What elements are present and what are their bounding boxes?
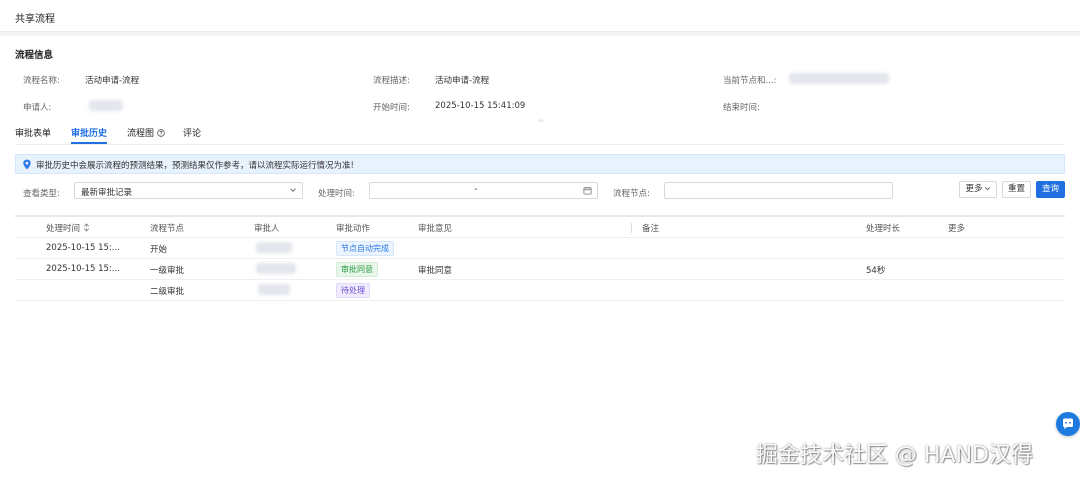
collapse-caret[interactable]: [537, 118, 545, 122]
chevron-down-icon: [984, 187, 990, 191]
watermark-text: 掘金技术社区 @ HAND汉得: [756, 443, 1033, 468]
row1-approver-redacted: [256, 242, 292, 253]
flow-name-value: 活动申请-流程: [85, 76, 140, 86]
start-time-label: 开始时间:: [373, 103, 410, 113]
col-header-remarks: 备注: [642, 224, 660, 234]
row2-opinion: 审批同意: [418, 266, 453, 276]
flow-name-label: 流程名称:: [23, 76, 60, 86]
tab-comments[interactable]: 评论: [183, 126, 201, 139]
date-range-separator: -: [474, 184, 478, 195]
row3-node: 二级审批: [150, 287, 185, 297]
query-button[interactable]: 查询: [1036, 181, 1065, 198]
page-title: 共享流程: [15, 14, 55, 25]
row-divider: [15, 300, 1065, 301]
row2-action-tag: 审批同意: [336, 262, 378, 277]
col-header-approver: 审批人: [254, 224, 280, 234]
col-header-duration: 处理时长: [866, 224, 901, 234]
col-header-flow-node: 流程节点: [150, 224, 185, 234]
chat-icon: [1063, 418, 1073, 430]
tab-approval-form[interactable]: 审批表单: [15, 126, 51, 139]
notice-text: 审批历史中会展示流程的预测结果，预测结果仅作参考，请以流程实际运行情况为准!: [36, 161, 354, 171]
row1-node: 开始: [150, 245, 168, 255]
row3-action-tag: 待处理: [336, 283, 370, 298]
applicant-label: 申请人:: [23, 103, 52, 113]
reset-button[interactable]: 重置: [1002, 181, 1031, 198]
col-header-approval-opinion: 审批意见: [418, 224, 453, 234]
row-divider: [15, 279, 1065, 280]
help-circle-icon: [157, 129, 165, 137]
chevron-down-icon: [290, 188, 296, 193]
row1-time: 2025-10-15 15:...: [46, 243, 120, 253]
tab-divider: [15, 144, 1065, 145]
row1-action-tag: 节点自动完成: [336, 241, 394, 256]
view-type-label: 查看类型:: [23, 189, 60, 199]
more-filters-label: 更多: [965, 184, 983, 194]
divider-strip: [0, 32, 1080, 36]
location-pin-icon: [23, 159, 31, 170]
current-node-value-redacted: [789, 73, 889, 84]
row-divider: [15, 237, 1065, 238]
col-header-process-time[interactable]: 处理时间: [46, 222, 90, 234]
row3-approver-redacted: [258, 284, 290, 295]
row2-approver-redacted: [256, 263, 296, 274]
flow-desc-label: 流程描述:: [373, 76, 410, 86]
process-time-range-picker[interactable]: -: [369, 182, 598, 199]
start-time-value: 2025-10-15 15:41:09: [435, 101, 526, 111]
row2-duration: 54秒: [866, 266, 886, 276]
column-divider: [631, 223, 632, 233]
tab-flow-chart[interactable]: 流程图: [127, 126, 165, 139]
floating-chat-button[interactable]: [1056, 412, 1080, 436]
row-divider: [15, 258, 1065, 259]
current-node-label: 当前节点和...:: [723, 76, 777, 86]
col-header-approval-action: 审批动作: [336, 224, 371, 234]
tab-flow-chart-label: 流程图: [127, 129, 155, 139]
row2-node: 一级审批: [150, 266, 185, 276]
process-time-label: 处理时间:: [318, 189, 355, 199]
flow-desc-value: 活动申请-流程: [435, 76, 490, 86]
calendar-icon: [583, 186, 592, 195]
flow-node-input[interactable]: [664, 182, 893, 199]
flow-node-label: 流程节点:: [613, 189, 650, 199]
more-filters-button[interactable]: 更多: [959, 181, 997, 198]
view-type-select[interactable]: 最新审批记录: [74, 182, 303, 199]
view-type-value: 最新审批记录: [81, 188, 133, 198]
col-header-more: 更多: [948, 224, 966, 234]
end-time-label: 结束时间:: [723, 103, 760, 113]
sort-icon[interactable]: [83, 223, 90, 232]
tab-approval-history[interactable]: 审批历史: [71, 126, 108, 144]
table-top-border: [15, 215, 1065, 217]
section-title-flow-info: 流程信息: [15, 50, 54, 61]
notice-banner: 审批历史中会展示流程的预测结果，预测结果仅作参考，请以流程实际运行情况为准!: [15, 154, 1065, 174]
applicant-value-redacted: [89, 100, 123, 111]
col-header-process-time-label: 处理时间: [46, 224, 81, 234]
row2-time: 2025-10-15 15:...: [46, 264, 120, 274]
top-bar: 共享流程: [0, 0, 1080, 32]
